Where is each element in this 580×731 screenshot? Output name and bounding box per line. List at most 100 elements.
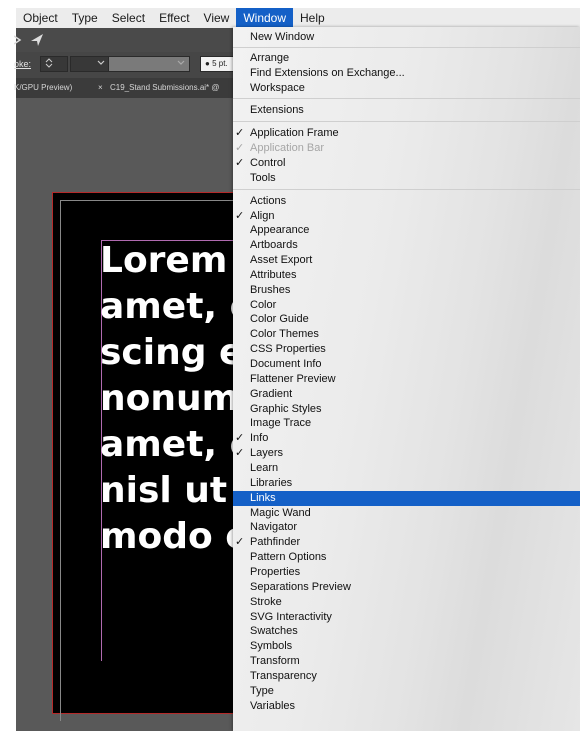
- menu-item-transparency[interactable]: Transparency: [233, 669, 580, 683]
- menu-item-label: Magic Wand: [250, 506, 311, 519]
- tab-close-icon[interactable]: ×: [96, 78, 103, 98]
- stroke-label[interactable]: oke:: [14, 59, 31, 69]
- menu-item-find-extensions-on-exchange[interactable]: Find Extensions on Exchange...: [233, 66, 580, 80]
- menu-item-workspace[interactable]: Workspace: [233, 81, 580, 95]
- menu-item-separations-preview[interactable]: Separations Preview: [233, 580, 580, 594]
- menu-select[interactable]: Select: [105, 8, 152, 28]
- menu-item-label: Attributes: [250, 268, 297, 281]
- document-tab-1[interactable]: K/GPU Preview): [12, 78, 72, 98]
- menu-item-properties[interactable]: Properties: [233, 565, 580, 579]
- menu-item-asset-export[interactable]: Asset Export: [233, 253, 580, 267]
- menu-help[interactable]: Help: [293, 8, 332, 28]
- menu-item-image-trace[interactable]: Image Trace: [233, 416, 580, 430]
- menu-item-label: Application Frame: [250, 127, 339, 140]
- menu-item-label: Libraries: [250, 476, 293, 489]
- menu-item-label: Color: [250, 298, 277, 311]
- checkmark-icon: ✓: [235, 536, 245, 549]
- menu-item-label: Extensions: [250, 104, 304, 117]
- menu-item-document-info[interactable]: Document Info: [233, 357, 580, 371]
- menu-item-label: Application Bar: [250, 142, 324, 155]
- menu-item-label: Asset Export: [250, 254, 313, 266]
- menu-item-label: Control: [250, 156, 286, 169]
- menu-item-label: Align: [250, 209, 275, 222]
- menu-separator: [233, 188, 580, 190]
- menu-item-label: Graphic Styles: [250, 402, 322, 415]
- menu-item-align[interactable]: ✓ Align: [233, 209, 580, 223]
- menu-item-label: Navigator: [250, 521, 298, 534]
- menu-separator: [233, 121, 580, 123]
- chevron-down-icon: [177, 60, 185, 65]
- menu-item-attributes[interactable]: Attributes: [233, 268, 580, 282]
- menu-item-label: Tools: [250, 171, 276, 184]
- menu-item-label: Symbols: [250, 640, 293, 653]
- menu-item-actions[interactable]: Actions: [233, 194, 580, 208]
- variable-width-dropdown[interactable]: [108, 56, 190, 72]
- menubar: Object Type Select Effect View Window He…: [16, 8, 580, 28]
- menu-item-label: Find Extensions on Exchange...: [250, 66, 405, 79]
- checkmark-icon: ✓: [235, 432, 245, 445]
- menu-item-links[interactable]: Links: [233, 490, 580, 506]
- menu-item-learn[interactable]: Learn: [233, 461, 580, 475]
- menu-view[interactable]: View: [197, 8, 237, 28]
- stroke-weight-dropdown[interactable]: [70, 56, 110, 72]
- menu-item-artboards[interactable]: Artboards: [233, 238, 580, 252]
- menu-item-brushes[interactable]: Brushes: [233, 283, 580, 297]
- arrow-icon[interactable]: [14, 34, 22, 46]
- menu-item-label: Variables: [250, 699, 296, 712]
- menu-item-gradient[interactable]: Gradient: [233, 387, 580, 401]
- checkmark-icon: ✓: [235, 142, 245, 155]
- paper-plane-icon[interactable]: [30, 33, 44, 47]
- checkmark-icon: ✓: [235, 209, 245, 222]
- menu-item-color-themes[interactable]: Color Themes: [233, 327, 580, 341]
- menu-item-new-window[interactable]: New Window: [233, 30, 580, 44]
- menu-item-label: Type: [250, 684, 274, 697]
- menu-item-tools[interactable]: Tools: [233, 171, 580, 185]
- menu-item-variables[interactable]: Variables: [233, 699, 580, 713]
- document-tab-2[interactable]: C19_Stand Submissions.ai* @: [108, 78, 220, 98]
- menu-item-stroke[interactable]: Stroke: [233, 595, 580, 609]
- menu-item-extensions[interactable]: Extensions: [233, 103, 580, 117]
- menu-type[interactable]: Type: [65, 8, 105, 28]
- menu-item-label: Transform: [250, 655, 300, 667]
- menu-item-label: Pattern Options: [250, 551, 327, 564]
- menu-item-application-frame[interactable]: ✓ Application Frame: [233, 126, 580, 140]
- menu-item-label: Gradient: [250, 387, 293, 400]
- menu-item-swatches[interactable]: Swatches: [233, 624, 580, 638]
- menu-item-layers[interactable]: ✓ Layers: [233, 446, 580, 460]
- menu-item-arrange[interactable]: Arrange: [233, 51, 580, 65]
- menu-item-symbols[interactable]: Symbols: [233, 639, 580, 653]
- menu-item-label: Artboards: [250, 239, 298, 252]
- menu-effect[interactable]: Effect: [152, 8, 196, 28]
- menu-item-color[interactable]: Color: [233, 298, 580, 312]
- menu-item-label: Separations Preview: [250, 580, 351, 593]
- checkmark-icon: ✓: [235, 447, 245, 460]
- menu-item-navigator[interactable]: Navigator: [233, 520, 580, 534]
- menu-item-label: Brushes: [250, 283, 291, 296]
- menu-item-graphic-styles[interactable]: Graphic Styles: [233, 402, 580, 416]
- menu-item-flattener-preview[interactable]: Flattener Preview: [233, 372, 580, 386]
- menu-item-label: New Window: [250, 31, 315, 43]
- menu-item-libraries[interactable]: Libraries: [233, 476, 580, 490]
- menu-item-label: Document Info: [250, 358, 322, 370]
- menu-item-pathfinder[interactable]: ✓ Pathfinder: [233, 535, 580, 549]
- menu-item-info[interactable]: ✓ Info: [233, 431, 580, 445]
- menu-object[interactable]: Object: [16, 8, 65, 28]
- menu-item-label: Workspace: [250, 81, 305, 94]
- menu-item-type[interactable]: Type: [233, 684, 580, 698]
- menu-item-transform[interactable]: Transform: [233, 654, 580, 668]
- menu-item-label: Info: [250, 432, 269, 445]
- stroke-weight-stepper[interactable]: [40, 56, 68, 72]
- menu-item-css-properties[interactable]: CSS Properties: [233, 342, 580, 356]
- menu-item-label: SVG Interactivity: [250, 610, 332, 623]
- menu-item-magic-wand[interactable]: Magic Wand: [233, 506, 580, 520]
- menu-item-label: Arrange: [250, 51, 290, 64]
- checkmark-icon: ✓: [235, 127, 245, 140]
- checkmark-icon: ✓: [235, 156, 245, 169]
- menu-item-appearance[interactable]: Appearance: [233, 223, 580, 237]
- menu-item-label: Image Trace: [250, 417, 312, 430]
- menu-item-control[interactable]: ✓ Control: [233, 156, 580, 170]
- menu-item-color-guide[interactable]: Color Guide: [233, 312, 580, 326]
- menu-item-pattern-options[interactable]: Pattern Options: [233, 550, 580, 564]
- menu-window[interactable]: Window: [236, 8, 294, 28]
- menu-item-svg-interactivity[interactable]: SVG Interactivity: [233, 610, 580, 624]
